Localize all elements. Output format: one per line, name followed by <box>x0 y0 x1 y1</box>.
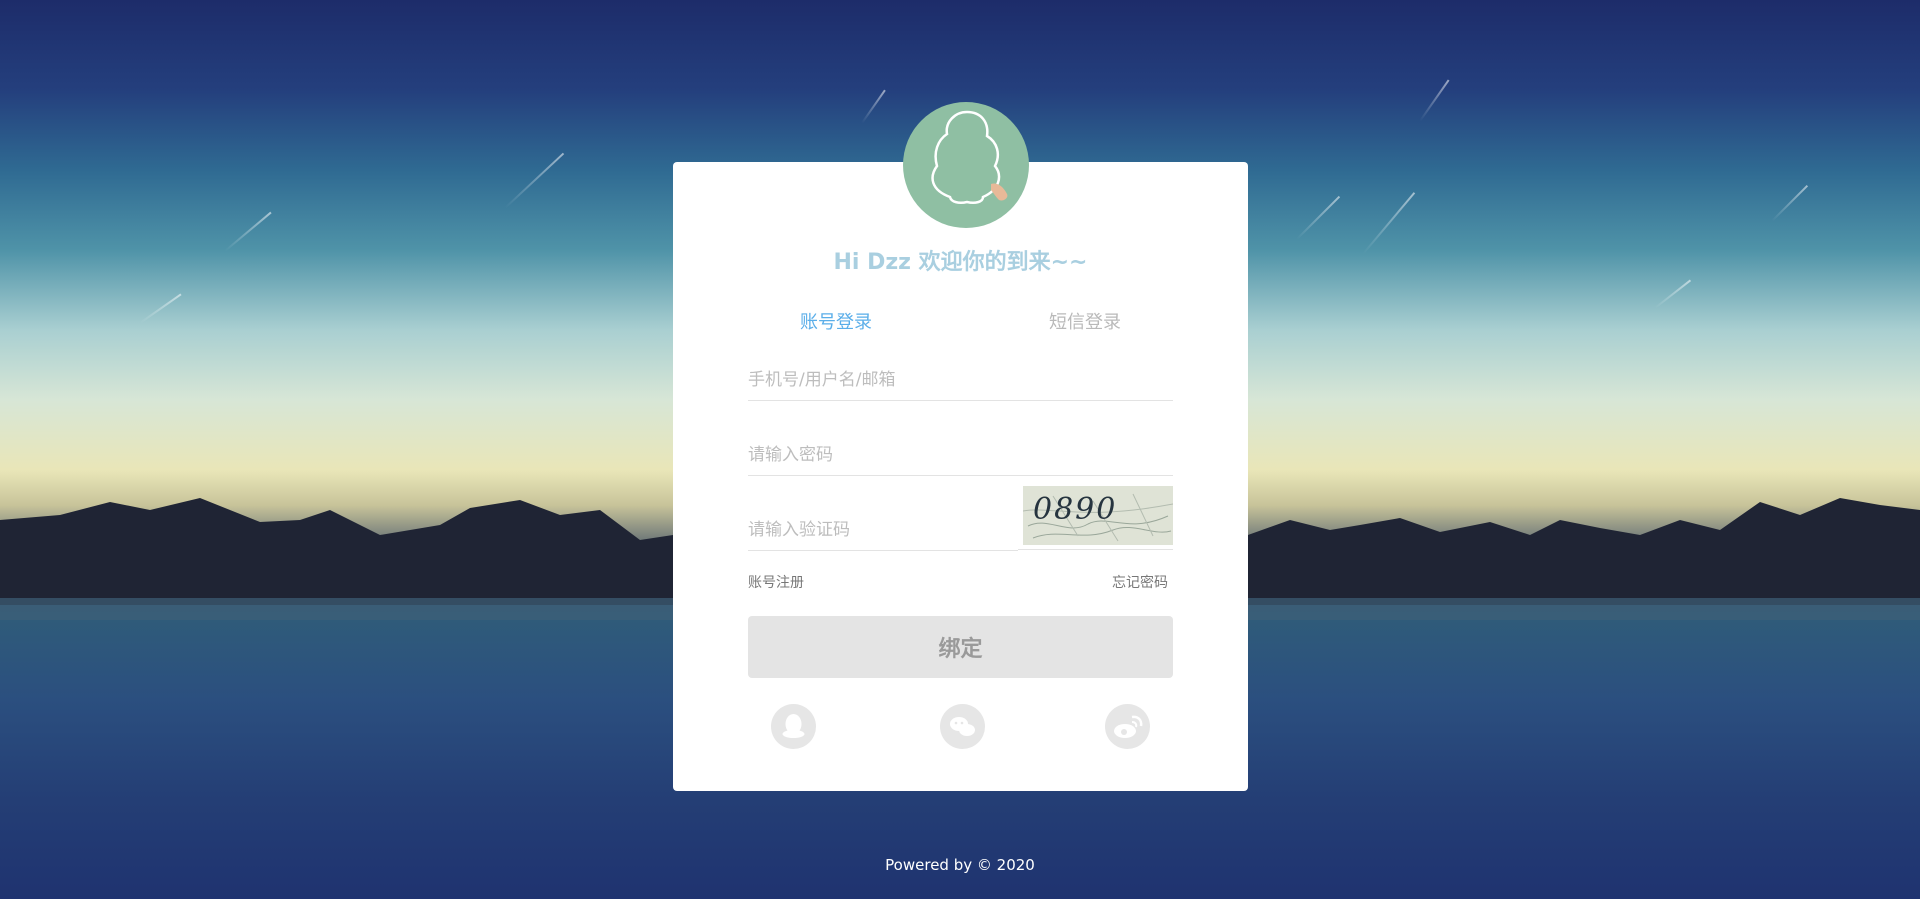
wechat-icon <box>950 717 975 736</box>
captcha-underline <box>1018 549 1173 550</box>
tab-account-login[interactable]: 账号登录 <box>800 308 872 334</box>
meteor-streak <box>504 152 565 209</box>
welcome-title: Hi Dzz 欢迎你的到来~~ <box>833 250 1088 275</box>
qq-login-button[interactable] <box>771 704 816 749</box>
captcha-code: 0890 <box>1033 492 1118 527</box>
weibo-icon <box>1114 715 1143 738</box>
wechat-login-button[interactable] <box>940 704 985 749</box>
captcha-input[interactable] <box>748 510 1018 551</box>
meteor-streak <box>224 211 272 252</box>
meteor-streak <box>1296 195 1341 240</box>
qq-icon <box>782 714 805 738</box>
meteor-streak <box>139 293 182 324</box>
password-input[interactable] <box>748 435 1173 476</box>
footer-copyright: Powered by © 2020 <box>885 856 1035 874</box>
meteor-streak <box>1771 184 1809 222</box>
forgot-password-link[interactable]: 忘记密码 <box>1112 572 1168 592</box>
tab-sms-login[interactable]: 短信登录 <box>1049 308 1121 334</box>
penguin-outline-icon <box>931 110 1008 205</box>
meteor-streak <box>861 89 886 124</box>
meteor-streak <box>1654 279 1692 309</box>
weibo-login-button[interactable] <box>1105 704 1150 749</box>
avatar <box>903 102 1029 228</box>
bind-button[interactable]: 绑定 <box>748 616 1173 678</box>
meteor-streak <box>1419 79 1450 122</box>
username-input[interactable] <box>748 360 1173 401</box>
meteor-streak <box>1362 192 1416 255</box>
register-link[interactable]: 账号注册 <box>748 572 804 592</box>
captcha-image[interactable]: 0890 <box>1023 486 1173 545</box>
